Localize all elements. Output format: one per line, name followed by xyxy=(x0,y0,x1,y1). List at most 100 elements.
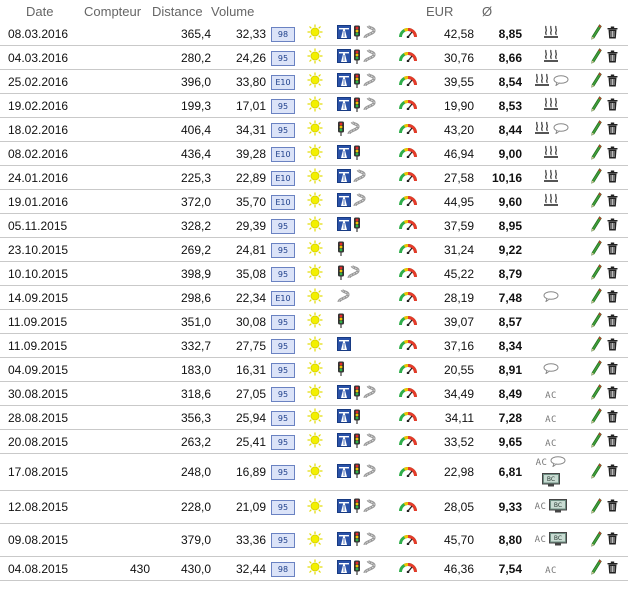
weather-cell xyxy=(300,69,330,94)
trash-icon[interactable] xyxy=(607,74,618,90)
pencil-icon[interactable] xyxy=(590,360,602,379)
table-row[interactable]: 11.09.2015 332,7 27,75 95 37,16 8,34 xyxy=(0,333,628,358)
table-row[interactable]: 10.10.2015 398,9 35,08 95 45,22 8,79 xyxy=(0,261,628,286)
notes-icons xyxy=(529,25,573,42)
trash-icon[interactable] xyxy=(607,338,618,354)
trash-icon[interactable] xyxy=(607,362,618,378)
trash-icon[interactable] xyxy=(607,194,618,210)
route-icons xyxy=(337,73,383,91)
table-row[interactable]: 30.08.2015 318,6 27,05 95 34,49 8,49 AC xyxy=(0,381,628,406)
speech-bubble-icon[interactable] xyxy=(553,122,569,137)
header-distance[interactable]: Distance xyxy=(150,0,211,22)
trash-icon[interactable] xyxy=(607,98,618,114)
highway-icon xyxy=(337,169,351,186)
pencil-icon[interactable] xyxy=(590,530,602,550)
table-row[interactable]: 17.08.2015 248,0 16,89 95 22,98 6,81 AC BC xyxy=(0,453,628,491)
trash-icon[interactable] xyxy=(607,434,618,450)
speedometer-icon xyxy=(399,146,417,161)
pencil-icon[interactable] xyxy=(590,96,602,115)
pencil-icon[interactable] xyxy=(590,336,602,355)
air-conditioning-label: AC xyxy=(534,535,547,546)
volume-cell: 32,33 xyxy=(211,22,266,46)
table-row[interactable]: 23.10.2015 269,2 24,81 95 31,24 9,22 xyxy=(0,237,628,262)
table-row[interactable]: 09.08.2015 379,0 33,36 95 45,70 8,80 AC BC xyxy=(0,523,628,557)
table-row[interactable]: 08.02.2016 436,4 39,28 E10 46,94 9,00 xyxy=(0,141,628,166)
header-date[interactable]: Date xyxy=(0,0,84,22)
pencil-icon[interactable] xyxy=(590,72,602,91)
pencil-icon[interactable] xyxy=(590,144,602,163)
trash-icon[interactable] xyxy=(607,314,618,330)
trash-icon[interactable] xyxy=(607,50,618,66)
sun-icon xyxy=(307,384,323,403)
average-consumption-cell: 8,79 xyxy=(474,261,522,286)
pencil-icon[interactable] xyxy=(590,168,602,187)
pencil-icon[interactable] xyxy=(590,120,602,139)
table-row[interactable]: 18.02.2016 406,4 34,31 95 43,20 8,44 xyxy=(0,117,628,142)
table-row[interactable]: 19.02.2016 199,3 17,01 95 19,90 8,53 xyxy=(0,93,628,118)
table-row[interactable]: 20.08.2015 263,2 25,41 95 33,52 9,65 AC xyxy=(0,429,628,454)
pencil-icon[interactable] xyxy=(590,288,602,307)
pencil-icon[interactable] xyxy=(590,240,602,259)
pencil-icon[interactable] xyxy=(590,559,602,578)
pencil-icon[interactable] xyxy=(590,48,602,67)
trash-icon[interactable] xyxy=(607,26,618,42)
pencil-icon[interactable] xyxy=(590,432,602,451)
speech-bubble-icon[interactable] xyxy=(553,74,569,89)
trash-icon[interactable] xyxy=(607,266,618,282)
table-row[interactable]: 04.03.2016 280,2 24,26 95 30,76 8,66 xyxy=(0,45,628,70)
fuel-log-table: Date Compteur Distance Volume EUR Ø 08.0… xyxy=(0,0,628,581)
volume-cell: 25,41 xyxy=(211,429,266,454)
header-odometer[interactable]: Compteur xyxy=(84,0,150,22)
air-conditioning-label: AC xyxy=(545,390,557,401)
trash-icon[interactable] xyxy=(607,242,618,258)
header-average[interactable]: Ø xyxy=(474,0,522,22)
table-row[interactable]: 12.08.2015 228,0 21,09 95 28,05 9,33 AC BC xyxy=(0,490,628,524)
odometer-cell xyxy=(84,309,150,334)
trash-icon[interactable] xyxy=(607,532,618,548)
trash-icon[interactable] xyxy=(607,170,618,186)
speech-bubble-icon[interactable] xyxy=(543,362,559,377)
trash-icon[interactable] xyxy=(607,218,618,234)
speech-bubble-icon[interactable] xyxy=(543,290,559,305)
speech-bubble-icon[interactable] xyxy=(550,456,566,470)
pencil-icon[interactable] xyxy=(590,192,602,211)
header-eur[interactable]: EUR xyxy=(426,0,474,22)
table-row[interactable]: 25.02.2016 396,0 33,80 E10 39,55 8,54 xyxy=(0,69,628,94)
trash-icon[interactable] xyxy=(607,464,618,480)
table-row[interactable]: 05.11.2015 328,2 29,39 95 37,59 8,95 xyxy=(0,213,628,238)
pencil-icon[interactable] xyxy=(590,312,602,331)
pencil-icon[interactable] xyxy=(590,216,602,235)
traffic-light-icon xyxy=(337,121,345,139)
table-row[interactable]: 24.01.2016 225,3 22,89 E10 27,58 10,16 xyxy=(0,165,628,190)
trash-icon[interactable] xyxy=(607,499,618,515)
table-row[interactable]: 04.09.2015 183,0 16,31 95 20,55 8,91 xyxy=(0,357,628,382)
trash-icon[interactable] xyxy=(607,146,618,162)
table-row[interactable]: 08.03.2016 365,4 32,33 98 42,58 8,85 xyxy=(0,22,628,46)
table-row[interactable]: 28.08.2015 356,3 25,94 95 34,11 7,28 AC xyxy=(0,405,628,430)
distance-cell: 372,0 xyxy=(150,189,211,214)
table-row[interactable]: 14.09.2015 298,6 22,34 E10 28,19 7,48 xyxy=(0,285,628,310)
pencil-icon[interactable] xyxy=(590,408,602,427)
trash-icon[interactable] xyxy=(607,561,618,577)
pencil-icon[interactable] xyxy=(590,497,602,517)
trash-icon[interactable] xyxy=(607,290,618,306)
trash-icon[interactable] xyxy=(607,122,618,138)
notes-icons xyxy=(529,121,573,138)
trash-icon[interactable] xyxy=(607,386,618,402)
table-row[interactable]: 04.08.2015 430 430,0 32,44 98 46,36 7,54 AC xyxy=(0,556,628,581)
distance-cell: 269,2 xyxy=(150,237,211,262)
sun-icon xyxy=(307,264,323,283)
pencil-icon[interactable] xyxy=(590,24,602,43)
table-row[interactable]: 11.09.2015 351,0 30,08 95 39,07 8,57 xyxy=(0,309,628,334)
pencil-icon[interactable] xyxy=(590,264,602,283)
trash-icon[interactable] xyxy=(607,410,618,426)
route-cell xyxy=(330,490,390,524)
header-volume[interactable]: Volume xyxy=(211,0,266,22)
pencil-icon[interactable] xyxy=(590,462,602,482)
notes-icons: AC xyxy=(529,391,573,401)
speedometer-icon xyxy=(399,386,417,401)
pencil-icon[interactable] xyxy=(590,384,602,403)
sun-icon xyxy=(307,360,323,379)
table-row[interactable]: 19.01.2016 372,0 35,70 E10 44,95 9,60 xyxy=(0,189,628,214)
seat-heating-icon xyxy=(534,73,550,90)
